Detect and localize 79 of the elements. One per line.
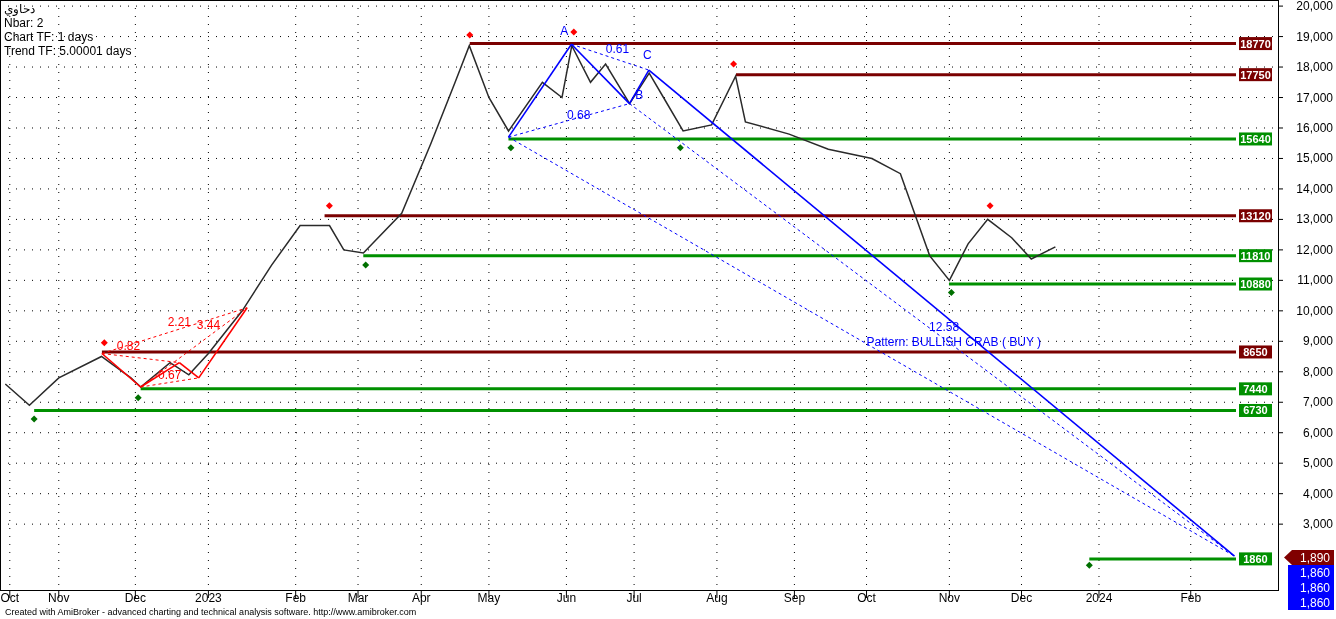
pivot-high-marker — [325, 202, 333, 210]
ref-line-label: 6730 — [1243, 404, 1268, 417]
pivot-low-marker — [362, 261, 370, 269]
x-axis-label: May — [477, 591, 501, 605]
x-axis-label: Oct — [857, 591, 876, 605]
x-axis-label: Jun — [556, 591, 577, 605]
level-price-label: 7440 — [1239, 382, 1272, 396]
pivot-high-marker — [570, 28, 578, 36]
pivot-high-marker — [986, 202, 994, 210]
y-axis-label: 9,000 — [1302, 334, 1333, 349]
y-axis-label: 11,000 — [1297, 273, 1333, 288]
y-axis-label: 12,000 — [1296, 242, 1333, 257]
x-axis-label: 2023 — [195, 591, 222, 605]
level-price-label: 15640 — [1239, 132, 1272, 146]
y-axis-label: 15,000 — [1296, 151, 1333, 166]
price-marker-label: 1,860 — [1288, 565, 1334, 580]
pattern-label: 0.68 — [567, 107, 591, 122]
ref-line-label: 1860 — [1243, 552, 1268, 565]
ref-line-label: 8650 — [1243, 345, 1268, 358]
last-price-label: 1,890 — [1284, 550, 1334, 565]
price-marker-label: 1,860 — [1288, 580, 1334, 595]
x-axis-label: Oct — [0, 591, 20, 605]
x-axis-label: Dec — [1010, 591, 1033, 605]
pattern-label: 3.44 — [196, 318, 221, 333]
x-axis-label: Feb — [1180, 591, 1202, 605]
pivot-low-marker — [1085, 561, 1093, 569]
pivot-high-marker — [466, 31, 474, 39]
pattern-label: 2.21 — [167, 315, 192, 330]
legend-text: Chart TF: 1 days — [4, 30, 95, 44]
level-price-label: 11810 — [1239, 249, 1272, 263]
pivot-high-marker — [730, 60, 738, 68]
legend-text: Trend TF: 5.00001 days — [4, 44, 132, 58]
y-axis-label: 7,000 — [1302, 395, 1333, 410]
y-axis-label: 10,000 — [1296, 303, 1333, 318]
x-axis-label: Dec — [124, 591, 147, 605]
x-axis-label: Aug — [706, 591, 728, 605]
level-price-label: 13120 — [1239, 209, 1272, 223]
level-price-label: 8650 — [1239, 345, 1272, 359]
y-axis-label: 13,000 — [1296, 212, 1333, 227]
y-axis-label: 19,000 — [1296, 29, 1333, 44]
y-axis-label: 5,000 — [1302, 456, 1333, 471]
x-axis-label: Nov — [938, 591, 961, 605]
y-axis-label: 6,000 — [1302, 425, 1333, 440]
y-axis-label: 18,000 — [1296, 60, 1333, 75]
footer-text: Created with AmiBroker - advanced charting and technical analysis software. http://www.amibroker.com — [5, 607, 417, 617]
pattern-label: C — [643, 48, 652, 63]
price-marker-label: 1,860 — [1288, 595, 1334, 610]
y-axis-label: 8,000 — [1302, 364, 1333, 379]
ref-line-label: 7440 — [1243, 382, 1268, 395]
pattern-label: A — [560, 24, 569, 39]
x-axis-label: Jul — [626, 591, 642, 605]
y-axis-label: 14,000 — [1296, 181, 1333, 196]
x-axis-label: Mar — [347, 591, 369, 605]
pattern-label: B — [635, 88, 644, 103]
pattern-label: 0.61 — [605, 42, 630, 57]
x-axis-label: Nov — [48, 591, 70, 605]
level-price-label: 17750 — [1239, 68, 1272, 82]
y-axis-label: 17,000 — [1296, 90, 1333, 105]
x-axis-label: 2024 — [1085, 591, 1113, 605]
pattern-label: 0.67 — [158, 368, 182, 383]
pattern-label: 12.58 — [929, 319, 960, 334]
y-axis-label: 20,000 — [1296, 0, 1333, 14]
pattern-label: 0.82 — [116, 339, 141, 354]
pivot-high-marker — [100, 339, 108, 347]
pivot-low-marker — [676, 144, 684, 152]
y-axis-label: 4,000 — [1302, 486, 1333, 501]
x-axis-label: Apr — [411, 591, 431, 605]
level-price-label: 18770 — [1239, 37, 1272, 51]
legend-text: Nbar: 2 — [4, 16, 45, 30]
pivot-low-marker — [30, 415, 38, 423]
y-axis-label: 3,000 — [1302, 517, 1333, 532]
x-axis-label: Feb — [285, 591, 306, 605]
pivot-low-marker — [507, 144, 515, 152]
pivot-low-marker — [134, 394, 142, 402]
level-price-label: 1860 — [1239, 552, 1272, 566]
y-axis-label: 16,000 — [1296, 121, 1333, 135]
symbol-name: دحاوي — [4, 2, 36, 16]
pivot-low-marker — [947, 289, 955, 297]
x-axis-label: Sep — [783, 591, 806, 605]
